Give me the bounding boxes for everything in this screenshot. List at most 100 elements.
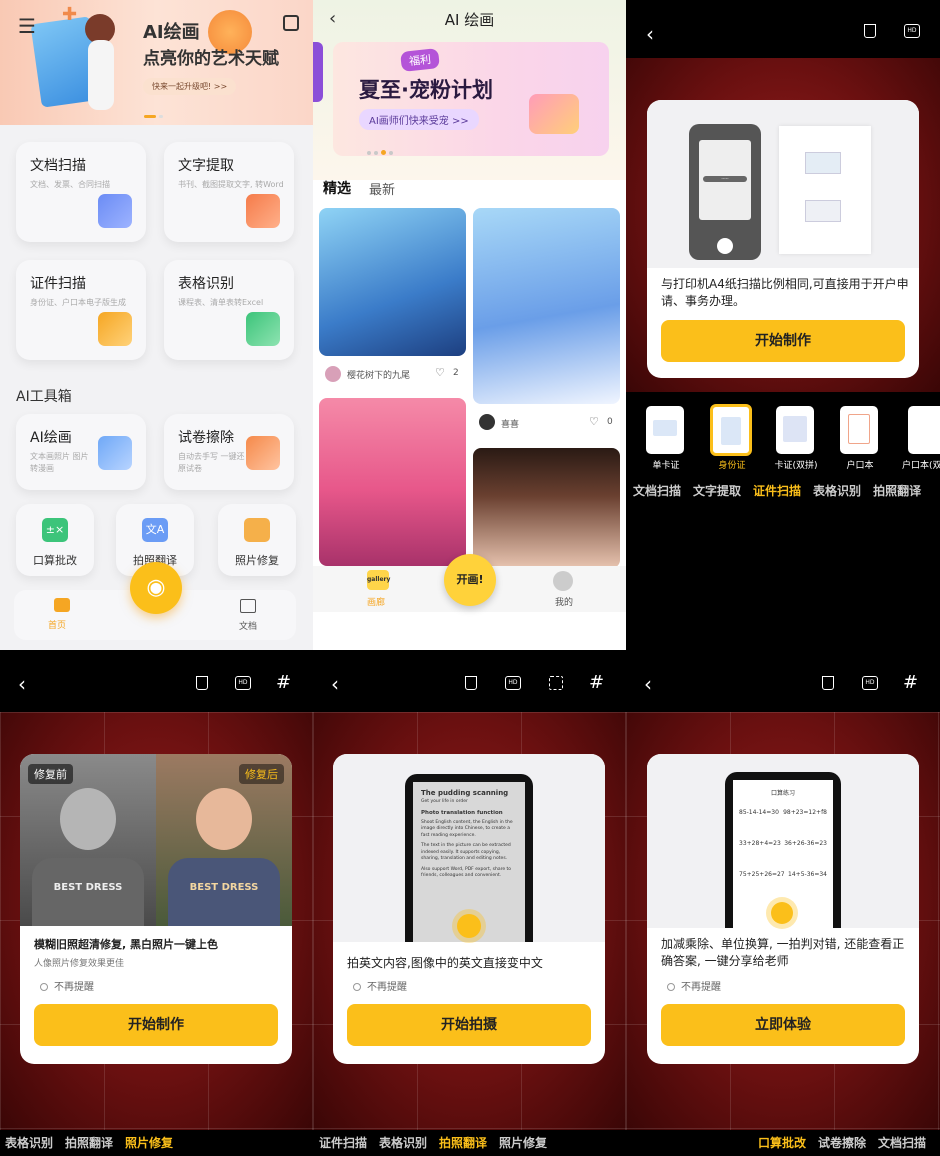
share-icon[interactable] — [283, 15, 299, 31]
artwork-image-4[interactable] — [473, 448, 620, 568]
banner-title: AI绘画 — [143, 22, 200, 43]
hd-icon[interactable]: HD — [235, 676, 251, 690]
start-button[interactable]: 开始制作 — [34, 1004, 278, 1046]
try-now-button[interactable]: 立即体验 — [661, 1004, 905, 1046]
id-back-image — [805, 200, 841, 222]
option-single-card[interactable] — [646, 406, 684, 454]
tab-paper-erase[interactable]: 试卷擦除 — [818, 1136, 866, 1150]
worksheet-title: 口算练习 — [770, 790, 795, 797]
hd-icon[interactable]: HD — [904, 24, 920, 38]
shirt-gray: BEST DRESS — [32, 858, 144, 926]
tab-photo-translate[interactable]: 拍照翻译 — [439, 1136, 487, 1150]
tab-photo-repair[interactable]: 照片修复 — [125, 1136, 173, 1150]
option-label[interactable]: 身份证 — [706, 458, 758, 471]
tab-doc-scan[interactable]: 文档扫描 — [878, 1136, 926, 1150]
tab-id-scan[interactable]: 证件扫描 — [753, 484, 801, 498]
heart-icon[interactable]: ♡ — [435, 366, 445, 379]
tab-photo-repair[interactable]: 照片修复 — [499, 1136, 547, 1150]
tile-title: 文字提取 — [178, 158, 234, 174]
tab-table-recog[interactable]: 表格识别 — [813, 484, 861, 498]
equation: 98+23=12+f8 — [783, 809, 827, 816]
folder-icon[interactable] — [240, 599, 256, 613]
option-double-card[interactable] — [776, 406, 814, 454]
photo-icon — [244, 518, 270, 542]
back-icon[interactable]: ‹ — [644, 672, 652, 696]
nav-home[interactable]: 首页 — [48, 618, 66, 631]
tab-id-scan[interactable]: 证件扫描 — [319, 1136, 367, 1150]
gallery-icon[interactable]: gallery — [367, 570, 390, 590]
text-extract-icon — [246, 194, 280, 228]
start-draw-button[interactable]: 开画! — [444, 554, 496, 606]
option-label[interactable]: 户口本 — [834, 458, 886, 471]
option-household-double[interactable] — [908, 406, 940, 454]
promo-banner[interactable]: 福利 夏至·宠粉计划 AI画师们快来受宠 >> — [333, 42, 609, 156]
tab-latest[interactable]: 最新 — [369, 179, 395, 198]
dont-remind-checkbox[interactable]: 不再提醒 — [353, 978, 407, 993]
tab-photo-translate[interactable]: 拍照翻译 — [873, 484, 921, 498]
back-icon[interactable]: ‹ — [646, 22, 654, 46]
filter-icon[interactable] — [864, 24, 876, 38]
menu-icon[interactable]: ☰ — [18, 14, 36, 38]
tool-ai-draw[interactable]: AI绘画 文本画照片 图片转漫画 — [16, 414, 146, 490]
start-button[interactable]: 开始制作 — [661, 320, 905, 362]
back-icon[interactable]: ‹ — [331, 672, 339, 696]
mode-tabs: 表格识别 拍照翻译 照片修复 — [5, 1134, 185, 1151]
tile-doc-scan[interactable]: 文档扫描 文档、发票、合同扫描 — [16, 142, 146, 242]
artwork-image-1[interactable] — [319, 208, 466, 356]
tile-table-recog[interactable]: 表格识别 课程表、清单表转Excel — [164, 260, 294, 360]
tool-photo-repair[interactable]: 照片修复 — [218, 504, 296, 576]
photo-repair-screen: ‹ HD # BEST DRESS BEST DRESS 修复前 修复后 模糊旧… — [0, 650, 313, 1156]
artwork-image-3[interactable] — [319, 398, 466, 566]
camera-icon[interactable]: ◉ — [130, 562, 182, 614]
nav-docs[interactable]: 文档 — [239, 619, 257, 632]
tile-title: 试卷擦除 — [178, 430, 234, 446]
equation: 14+5-36=34 — [788, 871, 827, 878]
tab-featured[interactable]: 精选 — [323, 178, 351, 198]
filter-icon[interactable] — [465, 676, 477, 690]
grid-icon[interactable]: # — [903, 672, 918, 693]
tab-doc-scan[interactable]: 文档扫描 — [633, 484, 681, 498]
profile-icon[interactable] — [553, 571, 573, 591]
option-label[interactable]: 卡证(双拼) — [768, 458, 824, 471]
filter-icon[interactable] — [822, 676, 834, 690]
banner-upgrade-button[interactable]: 快来一起升级吧! >> — [143, 78, 237, 95]
start-shoot-button[interactable]: 开始拍摄 — [347, 1004, 591, 1046]
dont-remind-checkbox[interactable]: 不再提醒 — [667, 978, 721, 993]
section-title: AI工具箱 — [16, 389, 72, 405]
hd-icon[interactable]: HD — [505, 676, 521, 690]
nav-gallery[interactable]: 画廊 — [367, 595, 385, 608]
tool-math-check[interactable]: ±× 口算批改 — [16, 504, 94, 576]
back-icon[interactable]: ‹ — [18, 672, 26, 696]
worksheet-row: 33+28+4=23 36+26-36=23 — [739, 840, 827, 847]
grid-icon[interactable]: # — [276, 672, 291, 693]
option-id-card[interactable] — [710, 404, 752, 456]
tab-table-recog[interactable]: 表格识别 — [379, 1136, 427, 1150]
tool-paper-erase[interactable]: 试卷擦除 自动去手写 一键还原试卷 — [164, 414, 294, 490]
home-icon[interactable] — [54, 598, 70, 612]
remind-label: 不再提醒 — [54, 982, 94, 993]
banner-subtitle: 点亮你的艺术天赋 — [143, 49, 279, 69]
dont-remind-checkbox[interactable]: 不再提醒 — [40, 978, 94, 993]
tile-id-scan[interactable]: 证件扫描 身份证、户口本电子版生成 — [16, 260, 146, 360]
card-icon — [653, 420, 677, 436]
hd-icon[interactable]: HD — [862, 676, 878, 690]
tab-table-recog[interactable]: 表格识别 — [5, 1136, 53, 1150]
grid-icon[interactable]: # — [589, 672, 604, 693]
brush-icon — [98, 436, 132, 470]
nav-mine[interactable]: 我的 — [555, 595, 573, 608]
heart-icon[interactable]: ♡ — [589, 415, 599, 428]
tile-subtitle: 课程表、清单表转Excel — [178, 298, 264, 307]
promo-button[interactable]: AI画师们快来受宠 >> — [359, 109, 479, 130]
filter-icon[interactable] — [196, 676, 208, 690]
tile-title: 证件扫描 — [30, 276, 86, 292]
option-label[interactable]: 单卡证 — [640, 458, 692, 471]
artwork-image-2[interactable] — [473, 208, 620, 404]
tab-math-check[interactable]: 口算批改 — [758, 1136, 806, 1150]
banner[interactable]: ✚ AI绘画 点亮你的艺术天赋 快来一起升级吧! >> — [0, 0, 313, 125]
scan-frame-icon[interactable] — [549, 676, 563, 690]
tile-text-extract[interactable]: 文字提取 书刊、截图提取文字, 转Word — [164, 142, 294, 242]
tab-photo-translate[interactable]: 拍照翻译 — [65, 1136, 113, 1150]
option-label[interactable]: 户口本(双 — [902, 458, 940, 471]
tab-text-extract[interactable]: 文字提取 — [693, 484, 741, 498]
option-household[interactable] — [840, 406, 878, 454]
